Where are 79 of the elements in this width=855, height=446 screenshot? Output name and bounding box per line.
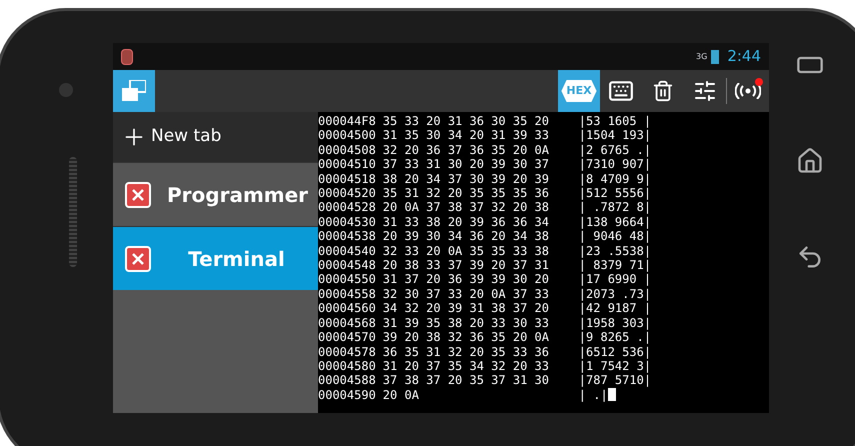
hex-bytes: 31 37 20 36 39 39 30 20 [382, 272, 549, 287]
home-icon[interactable] [796, 147, 824, 175]
app-notification-icon [121, 48, 133, 64]
ascii-text: | 8379 71| [578, 258, 652, 272]
hex-address: 00004580 [318, 358, 376, 374]
ascii-text: |23 .5538| [578, 244, 652, 258]
hex-address: 00004510 [318, 157, 376, 172]
camera-icon [59, 83, 73, 97]
broadcast-icon [735, 83, 761, 99]
hex-address: 00004550 [318, 272, 376, 287]
new-tab-button[interactable]: New tab [113, 112, 318, 162]
tabs-toggle-button[interactable] [113, 70, 155, 112]
ascii-text: |17 6990 | [578, 272, 652, 287]
ascii-text: |1958 303| [578, 316, 652, 330]
ascii-text: | .7872 8| [578, 200, 652, 215]
hex-bytes: 20 0A [382, 388, 420, 402]
ascii-text: |9 8265 .| [578, 330, 652, 344]
hex-address: 00004528 [318, 200, 376, 215]
ascii-text: | 9046 48| [578, 229, 652, 244]
hex-address: 00004520 [318, 186, 376, 200]
hex-bytes: 32 20 36 37 36 35 20 0A [382, 142, 549, 158]
hex-bytes: 31 20 37 35 34 32 20 33 [382, 358, 549, 374]
ascii-text: |42 9187 | [578, 301, 652, 316]
ascii-text: |2073 .73| [578, 286, 652, 302]
trash-icon [652, 80, 674, 102]
hex-bytes: 37 33 31 30 20 39 30 37 [382, 157, 549, 172]
ascii-text: |53 1605 | [578, 114, 652, 128]
hex-bytes: 20 0A 37 38 37 32 20 38 [382, 200, 549, 215]
hex-address: 00004508 [318, 142, 376, 158]
hex-address: 00004538 [318, 229, 376, 244]
hex-address: 00004568 [318, 316, 376, 330]
hex-address: 00004558 [318, 286, 376, 302]
hex-address: 00004548 [318, 258, 376, 272]
ascii-text: |787 5710| [578, 373, 652, 388]
speaker-grille-icon [69, 157, 77, 267]
hex-address: 00004590 [318, 388, 376, 402]
hex-bytes: 37 38 37 20 35 37 31 30 [382, 373, 549, 388]
ascii-text: |512 5556| [578, 186, 652, 200]
hex-address: 00004578 [318, 344, 376, 359]
hex-bytes: 31 35 30 34 20 31 39 33 [382, 128, 549, 143]
close-icon [132, 252, 144, 264]
hex-bytes: 31 39 35 38 20 33 30 33 [382, 316, 549, 330]
hex-address: 00004540 [318, 244, 376, 258]
hex-address: 00004530 [318, 214, 376, 230]
hex-bytes: 36 35 31 32 20 35 33 36 [382, 344, 549, 359]
clock-time: 2:44 [727, 46, 761, 68]
hex-bytes: 38 20 34 37 30 39 20 39 [382, 172, 549, 186]
ascii-text: |1 7542 3| [578, 358, 652, 374]
hex-bytes: 34 32 20 39 31 38 37 20 [382, 301, 549, 316]
hex-address: 00004588 [318, 373, 376, 388]
hex-address: 000044F8 [318, 114, 376, 128]
hex-address: 00004518 [318, 172, 376, 186]
close-tab-button[interactable] [125, 246, 151, 272]
hex-address: 00004570 [318, 330, 376, 344]
hex-address: 00004500 [318, 128, 376, 143]
windows-icon [122, 80, 146, 102]
hex-bytes: 39 20 38 32 36 35 20 0A [382, 330, 549, 344]
ascii-text: |2 6765 .| [578, 142, 652, 158]
ascii-text: |138 9664| [578, 214, 652, 230]
battery-icon [711, 50, 720, 64]
hex-bytes: 20 39 30 34 36 20 34 38 [382, 229, 549, 244]
tab-label: Programmer [167, 182, 308, 208]
hex-bytes: 20 38 33 37 39 20 37 31 [382, 258, 549, 272]
ascii-text: | .| [578, 388, 608, 402]
hex-bytes: 35 33 20 31 36 30 35 20 [382, 114, 549, 128]
settings-icon [693, 79, 717, 103]
close-tab-button[interactable] [125, 182, 151, 208]
ascii-text: |8 4709 9| [578, 172, 652, 186]
close-icon [132, 188, 144, 200]
ascii-text: |7310 907| [578, 157, 652, 172]
network-indicator: 3G [696, 50, 708, 62]
hex-bytes: 31 33 38 20 39 36 36 34 [382, 214, 549, 230]
ascii-text: |1504 193| [578, 128, 652, 143]
hex-bytes: 32 33 20 0A 35 35 33 38 [382, 244, 549, 258]
tab-label: Terminal [187, 246, 286, 272]
hex-bytes: 32 30 37 33 20 0A 37 33 [382, 286, 549, 302]
hex-bytes: 35 31 32 20 35 35 35 36 [382, 186, 549, 200]
ascii-text: |6512 536| [578, 344, 652, 359]
hex-address: 00004560 [318, 301, 376, 316]
